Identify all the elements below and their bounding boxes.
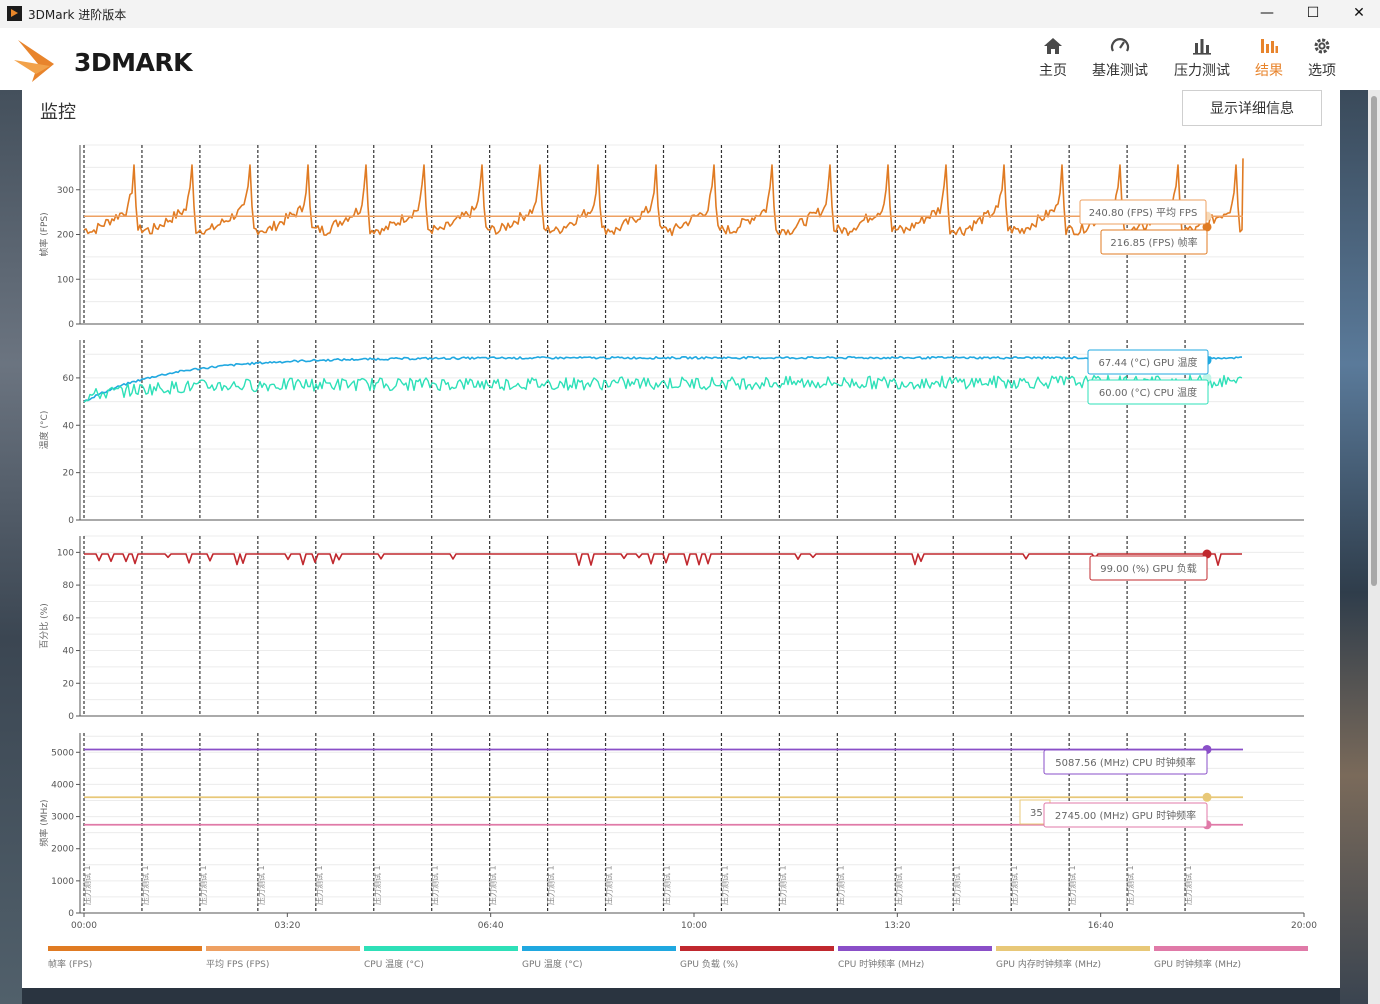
callout-avg-fps: 240.80 (FPS) 平均 FPS <box>1089 207 1198 219</box>
x-tick-label: 20:00 <box>1291 921 1317 931</box>
stress-test-marker-label: 压力测试 1 <box>719 865 729 905</box>
x-tick-label: 16:40 <box>1088 921 1114 931</box>
stress-test-marker-label: 压力测试 1 <box>198 865 208 905</box>
stress-test-marker-label: 压力测试 1 <box>662 865 672 905</box>
y-tick-label: 1000 <box>51 877 74 887</box>
stress-test-marker-label: 压力测试 1 <box>951 865 961 905</box>
stress-test-marker-label: 压力测试 1 <box>82 865 92 905</box>
y-tick-label: 3000 <box>51 813 74 823</box>
y-tick-label: 0 <box>68 909 74 919</box>
callout-gpu-load: 99.00 (%) GPU 负载 <box>1100 562 1197 575</box>
legend-item-avg-fps[interactable]: 平均 FPS (FPS) <box>206 946 360 970</box>
legend-item-cpu-clock[interactable]: CPU 时钟频率 (MHz) <box>838 946 992 970</box>
y-tick-label: 0 <box>68 516 74 526</box>
callout-gpu-mem-clock: 35 <box>1030 808 1043 819</box>
callout-fps: 216.85 (FPS) 帧率 <box>1110 236 1197 249</box>
callout-gpu-clock: 2745.00 (MHz) GPU 时钟频率 <box>1055 809 1196 822</box>
callout-cpu-clock: 5087.56 (MHz) CPU 时钟频率 <box>1055 756 1195 769</box>
x-tick-label: 03:20 <box>274 921 300 931</box>
stress-test-marker-label: 压力测试 1 <box>546 865 556 905</box>
stress-test-marker-label: 压力测试 1 <box>604 865 614 905</box>
stress-test-marker-label: 压力测试 1 <box>1067 865 1077 905</box>
y-tick-label: 40 <box>63 647 75 657</box>
y-axis-label: 温度 (°C) <box>38 411 50 450</box>
y-tick-label: 80 <box>63 581 75 591</box>
y-tick-label: 300 <box>57 186 74 196</box>
y-tick-label: 4000 <box>51 780 74 790</box>
y-tick-label: 20 <box>63 469 75 479</box>
y-axis-label: 百分比 (%) <box>38 603 50 648</box>
stress-test-marker-label: 压力测试 1 <box>893 865 903 905</box>
y-tick-label: 200 <box>57 231 74 241</box>
y-axis-label: 帧率 (FPS) <box>38 212 50 256</box>
monitoring-charts: 0 100 200 300 帧率 (FPS) 0 20 40 60 温度 (°C) 0 20 40 60 8… <box>38 144 1317 931</box>
legend-item-fps[interactable]: 帧率 (FPS) <box>48 946 202 970</box>
y-tick-label: 40 <box>63 421 75 431</box>
callout-cpu-temp: 60.00 (°C) CPU 温度 <box>1099 386 1197 399</box>
gpu-mem-clock-end-dot <box>1202 792 1212 802</box>
stress-test-marker-label: 压力测试 1 <box>1183 865 1193 905</box>
stress-test-marker-label: 压力测试 1 <box>256 865 266 905</box>
legend-item-gpu-clock[interactable]: GPU 时钟频率 (MHz) <box>1154 946 1308 970</box>
y-tick-label: 20 <box>63 679 75 689</box>
y-tick-label: 60 <box>63 374 75 384</box>
y-tick-label: 60 <box>63 614 75 624</box>
x-tick-label: 10:00 <box>681 921 707 931</box>
y-tick-label: 100 <box>57 548 74 558</box>
y-axis-label: 频率 (MHz) <box>38 799 50 846</box>
stress-test-marker-label: 压力测试 1 <box>140 865 150 905</box>
stress-test-marker-label: 压力测试 1 <box>835 865 845 905</box>
callout-gpu-temp: 67.44 (°C) GPU 温度 <box>1098 356 1197 369</box>
y-tick-label: 0 <box>68 712 74 722</box>
x-tick-label: 06:40 <box>478 921 504 931</box>
legend-item-cpu-temp[interactable]: CPU 温度 (°C) <box>364 946 518 970</box>
stress-test-marker-label: 压力测试 1 <box>488 865 498 905</box>
stress-test-marker-label: 压力测试 1 <box>430 865 440 905</box>
legend-item-gpu-mem-clock[interactable]: GPU 内存时钟频率 (MHz) <box>996 946 1150 970</box>
stress-test-marker-label: 压力测试 1 <box>314 865 324 905</box>
stress-test-marker-label: 压力测试 1 <box>777 865 787 905</box>
legend-item-gpu-temp[interactable]: GPU 温度 (°C) <box>522 946 676 970</box>
x-tick-label: 13:20 <box>884 921 910 931</box>
stress-test-marker-label: 压力测试 1 <box>1125 865 1135 905</box>
stress-test-marker-label: 压力测试 1 <box>372 865 382 905</box>
y-tick-label: 2000 <box>51 845 74 855</box>
stress-test-marker-label: 压力测试 1 <box>1009 865 1019 905</box>
legend-item-gpu-load[interactable]: GPU 负载 (%) <box>680 946 834 970</box>
y-tick-label: 100 <box>57 275 74 285</box>
y-tick-label: 5000 <box>51 748 74 758</box>
x-tick-label: 00:00 <box>71 921 97 931</box>
y-tick-label: 0 <box>68 320 74 330</box>
